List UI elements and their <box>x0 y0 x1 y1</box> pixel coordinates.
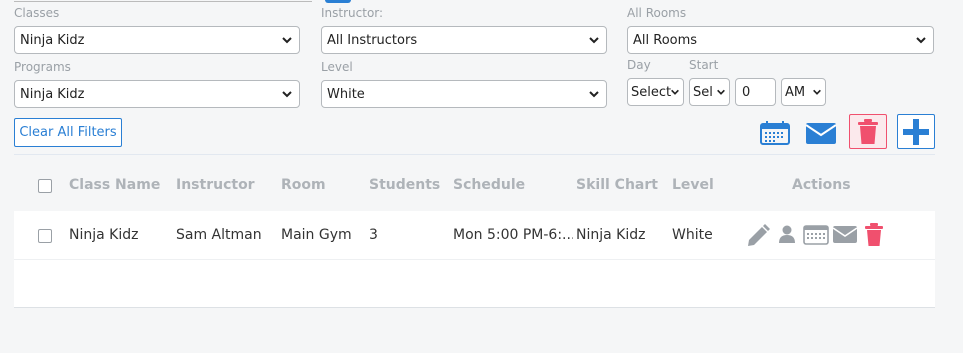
column-header[interactable]: Level <box>672 177 714 193</box>
column-header[interactable]: Schedule <box>453 177 525 193</box>
chevron-down-icon <box>916 37 926 44</box>
column-header: Actions <box>792 177 851 193</box>
level-label: Level <box>321 60 353 74</box>
start-label: Start <box>689 58 719 72</box>
table-row[interactable]: Ninja Kidz Sam Altman Main Gym 3 Mon 5:0… <box>14 211 935 260</box>
previous-input-edge <box>14 0 312 2</box>
cell-room: Main Gym <box>281 227 352 243</box>
email-icon <box>832 226 858 243</box>
start-minute-input[interactable]: 0 <box>735 78 776 106</box>
chevron-down-icon <box>282 37 292 44</box>
chevron-down-icon <box>589 91 599 98</box>
classes-select[interactable]: Ninja Kidz <box>14 26 300 54</box>
schedule-button[interactable] <box>803 223 829 245</box>
students-button[interactable] <box>778 223 796 245</box>
start-hour-select[interactable]: Sel <box>689 78 730 106</box>
table-header: Class Name Instructor Room Students Sche… <box>14 163 935 209</box>
row-checkbox[interactable] <box>38 229 52 243</box>
chevron-down-icon <box>589 37 599 44</box>
row-email-button[interactable] <box>832 223 858 245</box>
column-header[interactable]: Room <box>281 177 326 193</box>
instructor-label: Instructor: <box>321 6 384 20</box>
start-ampm-value: AM <box>785 84 806 100</box>
calendar-icon <box>760 121 790 145</box>
cell-students: 3 <box>369 227 378 243</box>
column-header[interactable]: Instructor <box>176 177 255 193</box>
cell-schedule: Mon 5:00 PM-6:... <box>453 227 573 243</box>
chevron-down-icon <box>671 89 679 95</box>
start-minute-value: 0 <box>742 84 751 100</box>
cell-skill-chart: Ninja Kidz <box>576 227 646 243</box>
chevron-down-icon <box>717 89 725 95</box>
day-select[interactable]: Select <box>627 78 684 106</box>
chevron-down-icon <box>282 91 292 98</box>
trash-icon <box>858 118 878 144</box>
previous-button-edge <box>325 0 351 3</box>
day-select-value: Select <box>631 84 672 100</box>
cell-instructor: Sam Altman <box>176 227 262 243</box>
rooms-select[interactable]: All Rooms <box>627 26 934 54</box>
row-delete-button[interactable] <box>864 223 884 247</box>
start-hour-value: Sel <box>693 84 713 100</box>
programs-label: Programs <box>14 60 71 74</box>
day-label: Day <box>627 58 651 72</box>
cell-level: White <box>672 227 713 243</box>
email-icon <box>805 123 837 144</box>
level-select-value: White <box>327 86 365 102</box>
plus-icon <box>903 118 929 145</box>
programs-select[interactable]: Ninja Kidz <box>14 80 300 108</box>
rooms-label: All Rooms <box>627 6 687 20</box>
edit-button[interactable] <box>745 223 771 249</box>
user-icon <box>779 225 795 243</box>
edit-icon <box>748 224 770 246</box>
delete-button[interactable] <box>849 114 887 149</box>
instructor-select-value: All Instructors <box>327 32 418 48</box>
instructor-select[interactable]: All Instructors <box>321 26 607 54</box>
start-ampm-select[interactable]: AM <box>781 78 826 106</box>
toolbar-divider <box>14 154 935 155</box>
column-header[interactable]: Students <box>369 177 440 193</box>
calendar-button[interactable] <box>758 118 792 148</box>
classes-label: Classes <box>14 6 60 20</box>
select-all-checkbox[interactable] <box>38 179 52 193</box>
classes-select-value: Ninja Kidz <box>20 32 85 48</box>
programs-select-value: Ninja Kidz <box>20 86 85 102</box>
email-button[interactable] <box>804 118 838 148</box>
clear-all-filters-button[interactable]: Clear All Filters <box>14 118 122 147</box>
column-header[interactable]: Class Name <box>69 177 160 193</box>
chevron-down-icon <box>813 89 821 95</box>
trash-icon <box>865 223 883 246</box>
table-body: Ninja Kidz Sam Altman Main Gym 3 Mon 5:0… <box>14 211 935 308</box>
column-header[interactable]: Skill Chart <box>576 177 658 193</box>
add-button[interactable] <box>897 114 935 149</box>
cell-class-name: Ninja Kidz <box>69 227 139 243</box>
level-select[interactable]: White <box>321 80 607 108</box>
rooms-select-value: All Rooms <box>633 32 698 48</box>
calendar-icon <box>803 225 829 245</box>
